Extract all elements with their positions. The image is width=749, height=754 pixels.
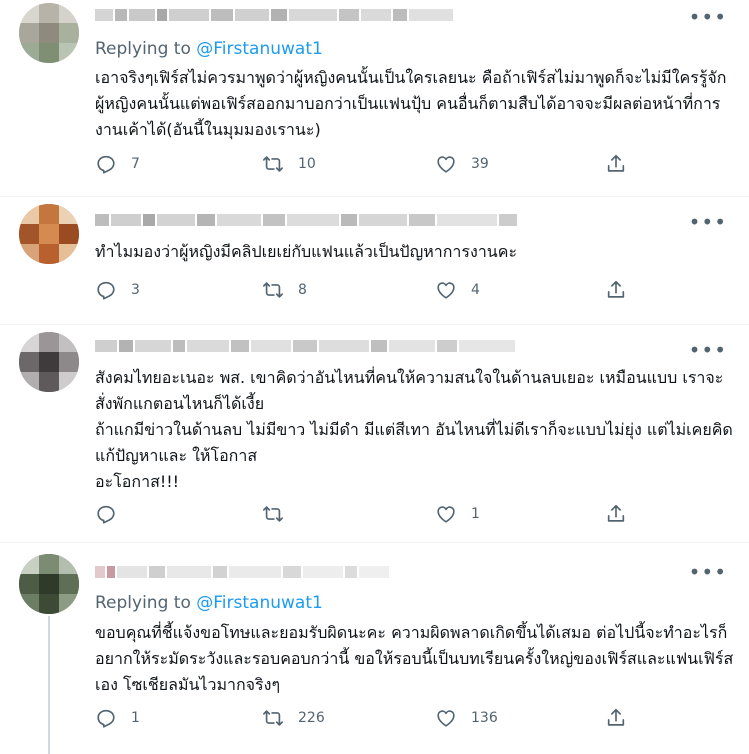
reply-count: 7 — [131, 156, 140, 172]
heart-icon — [437, 506, 455, 523]
more-options-icon[interactable]: ••• — [689, 340, 727, 360]
reply-icon — [97, 709, 115, 728]
retweet-count: 10 — [298, 156, 316, 172]
avatar[interactable] — [19, 204, 79, 264]
more-options-icon[interactable]: ••• — [689, 7, 727, 27]
like-count: 1 — [471, 506, 480, 522]
retweet-count: 8 — [298, 282, 307, 298]
tweet-text: ขอบคุณที่ชี้แจ้งขอโทษและยอมรับผิดนะคะ คว… — [95, 623, 734, 694]
tweet[interactable]: ••• สังคมไทยอะเนอะ พส. เขาคิดว่าอันไหนที… — [0, 325, 749, 542]
reply-count: 3 — [131, 282, 140, 298]
avatar[interactable] — [19, 554, 79, 614]
share-button[interactable] — [605, 153, 627, 175]
tweet-actions: 3 8 4 — [95, 279, 635, 305]
retweet-button[interactable]: 226 — [262, 707, 325, 729]
like-count: 39 — [471, 156, 489, 172]
replying-to: Replying to @Firstanuwat1 — [95, 592, 323, 614]
thread-line — [48, 616, 50, 754]
reply-count: 1 — [131, 710, 140, 726]
retweet-icon — [263, 710, 283, 726]
tweet-text: สังคมไทยอะเนอะ พส. เขาคิดว่าอันไหนที่คนใ… — [95, 368, 733, 491]
like-button[interactable]: 39 — [435, 153, 489, 175]
share-icon — [607, 154, 625, 172]
retweet-button[interactable] — [262, 503, 298, 525]
more-options-icon[interactable]: ••• — [689, 562, 727, 582]
avatar[interactable] — [19, 3, 79, 63]
tweet-text: เอาจริงๆเฟิร์สไม่ควรมาพูดว่าผู้หญิงคนนั้… — [95, 68, 727, 139]
tweet[interactable]: ••• Replying to @Firstanuwat1 เอาจริงๆเฟ… — [0, 0, 749, 196]
author-name-blurred[interactable] — [95, 213, 519, 227]
retweet-button[interactable]: 8 — [262, 279, 307, 301]
share-icon — [607, 504, 625, 522]
like-button[interactable]: 4 — [435, 279, 480, 301]
reply-button[interactable]: 7 — [95, 153, 140, 175]
reply-button[interactable] — [95, 503, 131, 525]
author-name-blurred[interactable] — [95, 339, 517, 353]
reply-button[interactable]: 3 — [95, 279, 140, 301]
replying-to-handle-link[interactable]: @Firstanuwat1 — [196, 593, 323, 613]
retweet-count: 226 — [298, 710, 325, 726]
retweet-icon — [263, 282, 283, 298]
like-count: 4 — [471, 282, 480, 298]
author-name-blurred[interactable] — [95, 8, 455, 22]
share-button[interactable] — [605, 707, 627, 729]
tweet[interactable]: ••• ทำไมมองว่าผู้หญิงมีคลิปเยเย่กับแฟนแล… — [0, 197, 749, 324]
share-button[interactable] — [605, 279, 627, 301]
tweet-text: ทำไมมองว่าผู้หญิงมีคลิปเยเย่กับแฟนแล้วเป… — [95, 242, 518, 261]
heart-icon — [437, 156, 455, 173]
tweet[interactable]: ••• Replying to @Firstanuwat1 ขอบคุณที่ช… — [0, 543, 749, 754]
share-icon — [607, 280, 625, 298]
replying-to-handle-link[interactable]: @Firstanuwat1 — [196, 39, 323, 59]
retweet-icon — [263, 156, 283, 172]
like-button[interactable]: 136 — [435, 707, 498, 729]
reply-icon — [97, 155, 115, 174]
avatar[interactable] — [19, 332, 79, 392]
reply-button[interactable]: 1 — [95, 707, 140, 729]
tweet-actions: 1 226 136 — [95, 707, 635, 733]
reply-icon — [97, 281, 115, 300]
retweet-button[interactable]: 10 — [262, 153, 316, 175]
share-icon — [607, 708, 625, 726]
heart-icon — [437, 710, 455, 727]
author-name-blurred[interactable] — [95, 565, 391, 579]
retweet-icon — [263, 506, 283, 522]
more-options-icon[interactable]: ••• — [689, 212, 727, 232]
replying-to-prefix: Replying to — [95, 39, 191, 59]
replying-to: Replying to @Firstanuwat1 — [95, 38, 323, 60]
like-button[interactable]: 1 — [435, 503, 480, 525]
replying-to-prefix: Replying to — [95, 593, 191, 613]
tweet-actions: 7 10 39 — [95, 153, 635, 179]
heart-icon — [437, 282, 455, 299]
share-button[interactable] — [605, 503, 627, 525]
like-count: 136 — [471, 710, 498, 726]
tweet-actions: 1 — [95, 503, 635, 529]
reply-icon — [97, 505, 115, 524]
